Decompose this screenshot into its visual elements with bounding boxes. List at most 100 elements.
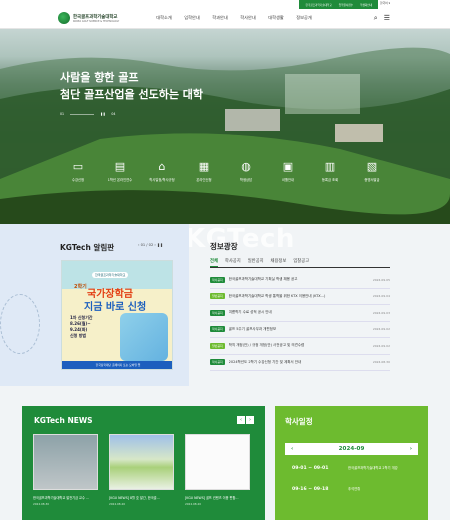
list-item[interactable]: 학사공지 한국골프과학기술대학교 기획실 학생 채용 공고 2024.09.05 [210, 272, 390, 289]
info-square: 정보광장 전체 학사공지 일반공지 채용정보 입찰공고 학사공지 한국골프과학기술… [210, 224, 390, 386]
chat-icon: ◍ [241, 160, 251, 173]
notice-board-title: KGTech 알림판 [60, 243, 115, 252]
calendar-title[interactable]: 학사일정 [285, 416, 313, 427]
bottom-section: KGTech NEWS ‹ › 한국골프과학기술대학교 발전기금 교수 ... … [0, 394, 450, 520]
util-link-2[interactable]: 입학원서접수 [339, 3, 353, 7]
news-arrows: ‹ › [237, 416, 254, 424]
category-badge: 학사공지 [210, 359, 225, 366]
utility-links: 한국골프과학기술대학교 입학원서접수 학생회안내 [299, 0, 378, 9]
notice-board: KGTech 알림판 ‹ 01 / 02 › ❚❚ 한국골프과학기술대학교 2학… [0, 224, 189, 386]
list-item[interactable]: 일반공지 한국골프과학기술대학교 학생 통학을 위한 KTX 이용안내 (KTX.… [210, 289, 390, 305]
next-arrow-icon[interactable]: › [246, 416, 254, 424]
monitor-icon: ▭ [72, 160, 84, 173]
hero-headline-1: 사람을 향한 골프 [60, 71, 139, 84]
hero-pager-bar [70, 113, 95, 115]
search-icon[interactable]: ⌕ [374, 15, 378, 22]
news-title[interactable]: KGTech NEWS [34, 416, 93, 425]
util-link-3[interactable]: 학생회안내 [360, 3, 372, 7]
info-list: 학사공지 한국골프과학기술대학교 기획실 학생 채용 공고 2024.09.05 일… [210, 272, 390, 371]
quick-link-certificate[interactable]: ▧ 증명서발급 [354, 160, 390, 183]
quick-link-counsel[interactable]: ◍ 학생상담 [228, 160, 264, 183]
quick-link-calendar[interactable]: ⌂ 학사일정/학사규정 [144, 161, 180, 183]
news-card[interactable]: [KGU NEWS] 8월 호 발간, 한국골... 2024.08.26 [109, 434, 174, 506]
event-date: 09-01 ~ 09-01 [292, 466, 329, 471]
list-item[interactable]: 학사공지 여름학기 수료 성적 공시 안내 2024.09.03 [210, 305, 390, 322]
tab-all[interactable]: 전체 [210, 258, 218, 267]
middle-section: KGTech KGTech 알림판 ‹ 01 / 02 › ❚❚ 한국골프과학기… [0, 224, 450, 394]
event-text: 추석연휴 [348, 487, 361, 492]
list-item-title: 한국골프과학기술대학교 기획실 학생 채용 공고 [228, 277, 298, 282]
list-item[interactable]: 일반공지 학칙 개정(안) / 규정 개정(안) 사전공고 및 의견수렴 2024.… [210, 338, 390, 355]
book-icon: ▤ [114, 160, 126, 173]
calendar-event[interactable]: 09-01 ~ 09-01 한국골프과학기술대학교 2학기 개강 [292, 466, 417, 471]
hero-landscape [0, 47, 450, 224]
info-tabs: 전체 학사공지 일반공지 채용정보 입찰공고 [210, 258, 309, 267]
list-item[interactable]: 학사공지 2024학년도 2학기 수강신청 기간 및 계획서 안내 2024.08.… [210, 355, 390, 371]
quick-link-label: 1학년 온라인연수 [107, 178, 133, 182]
list-item-date: 2024.09.02 [372, 327, 390, 332]
pause-icon[interactable]: ❚❚ [157, 243, 163, 247]
notice-board-counter: 01 / 02 [140, 243, 154, 247]
quick-link-label: 셔틀안내 [281, 178, 295, 182]
prev-arrow-icon[interactable]: ‹ [237, 416, 245, 424]
banner-illustration [120, 313, 168, 361]
news-card[interactable]: 한국골프과학기술대학교 발전기금 교수 ... 2024.08.30 [33, 434, 98, 506]
news-panel: KGTech NEWS ‹ › 한국골프과학기술대학교 발전기금 교수 ... … [22, 406, 265, 520]
list-item-title: 여름학기 수료 성적 공시 안내 [228, 310, 272, 315]
quick-link-label: 학생상담 [239, 178, 253, 182]
certificate-icon: ▧ [366, 160, 378, 173]
language-select[interactable]: 한국어 ▾ [380, 1, 390, 5]
category-badge: 일반공지 [210, 342, 225, 349]
utility-bar: 한국골프과학기술대학교 입학원서접수 학생회안내 한국어 ▾ [0, 0, 450, 9]
news-thumbnail [109, 434, 174, 490]
list-item-title: 학칙 개정(안) / 규정 개정(안) 사전공고 및 의견수렴 [228, 343, 305, 348]
banner-semester: 2학기 [74, 284, 87, 290]
list-item-title: 2024학년도 2학기 수강신청 기간 및 계획서 안내 [228, 359, 302, 364]
news-card[interactable]: [KGU NEWS] 골프 컨텐츠 이용 편합... 2024.08.20 [185, 434, 250, 506]
quick-link-apply[interactable]: ▦ 온라인신청 [186, 161, 222, 183]
nav-item-departments[interactable]: 학과안내 [206, 15, 234, 21]
quick-link-shuttle[interactable]: ▣ 셔틀안내 [270, 160, 306, 183]
quick-link-training[interactable]: ▤ 1학년 온라인연수 [102, 160, 138, 183]
calendar-month: 2024-09 [338, 446, 365, 452]
tab-general[interactable]: 일반공지 [248, 258, 264, 267]
tab-jobs[interactable]: 채용정보 [271, 258, 287, 267]
tab-academic[interactable]: 학사공지 [225, 258, 241, 267]
nav-item-disclosure[interactable]: 정보공개 [290, 15, 318, 21]
hero-pager: 01 ❚❚ 04 [60, 112, 115, 116]
site-header: 한국골프과학기술대학교 KOREA GOLF SCIENCE & TECHNOL… [0, 9, 450, 29]
chevron-left-icon[interactable]: ‹ [291, 446, 293, 452]
list-item-title: 한국골프과학기술대학교 학생 통학을 위한 KTX 이용안내 (KTX...) [228, 293, 326, 298]
list-item[interactable]: 학사공지 골프 5주기 골프사무과 개편정보 2024.09.02 [210, 322, 390, 338]
logo-name-english: KOREA GOLF SCIENCE & TECHNOLOGY [73, 19, 120, 23]
calendar-event[interactable]: 09-16 ~ 09-18 추석연휴 [292, 487, 417, 492]
quick-link-label: 온라인신청 [196, 178, 212, 182]
decorative-stamp [0, 294, 40, 354]
bus-icon: ▣ [282, 160, 294, 173]
util-link-1[interactable]: 한국골프과학기술대학교 [305, 3, 331, 7]
scholarship-banner[interactable]: 한국골프과학기술대학교 2학기 국가장학금 지금 바로 신청 1차 신청기간 8… [61, 260, 173, 370]
site-logo[interactable]: 한국골프과학기술대학교 KOREA GOLF SCIENCE & TECHNOL… [58, 12, 119, 24]
info-divider [210, 267, 390, 268]
news-thumbnail [33, 434, 98, 490]
hamburger-icon[interactable]: ☰ [384, 15, 390, 22]
tab-bids[interactable]: 입찰공고 [293, 258, 309, 267]
hero-pager-total: 04 [111, 112, 116, 116]
notice-board-controls: ‹ 01 / 02 › ❚❚ [138, 243, 163, 247]
list-item-date: 2024.08.30 [372, 360, 390, 365]
pause-icon[interactable]: ❚❚ [100, 112, 105, 116]
chevron-right-icon[interactable]: › [410, 446, 412, 452]
hero-banner: 사람을 향한 골프 첨단 골프산업을 선도하는 대학 01 ❚❚ 04 ▭ 수강신… [0, 29, 450, 224]
quick-link-tuition[interactable]: ▥ 등록금 조회 [312, 161, 348, 183]
nav-item-admission[interactable]: 입학안내 [178, 15, 206, 21]
nav-item-academics[interactable]: 학사안내 [234, 15, 262, 21]
quick-link-label: 수강신청 [71, 178, 85, 182]
calendar-month-selector: ‹ 2024-09 › [285, 443, 418, 455]
nav-item-about[interactable]: 대학소개 [150, 15, 178, 21]
quick-link-registration[interactable]: ▭ 수강신청 [60, 160, 96, 183]
nav-item-campus-life[interactable]: 대학생활 [262, 15, 290, 21]
quick-link-label: 등록금 조회 [321, 178, 339, 182]
list-item-title: 골프 5주기 골프사무과 개편정보 [228, 326, 277, 331]
main-nav: 대학소개 입학안내 학과안내 학사안내 대학생활 정보공개 [150, 15, 318, 21]
news-thumbnail [185, 434, 250, 490]
